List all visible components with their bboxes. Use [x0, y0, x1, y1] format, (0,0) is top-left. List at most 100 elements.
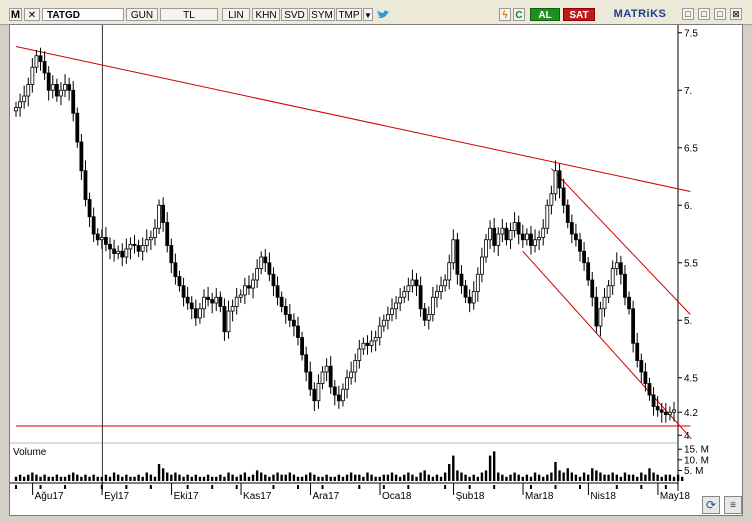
chart-frame[interactable]: 7.5 7. 6.5 6. 5.5 5. 4.5 4.2 4. Volume 15. M 10. M5… — [9, 24, 743, 516]
volume-bar — [88, 476, 91, 481]
volume-bar — [582, 472, 586, 481]
candle-body — [574, 233, 578, 241]
candle-body — [87, 199, 92, 218]
volume-bar — [456, 470, 459, 481]
candle-body — [484, 239, 488, 258]
volume-bar — [55, 474, 59, 481]
candle-body — [475, 273, 480, 292]
candle-body — [533, 239, 537, 246]
day-mark — [554, 485, 557, 489]
volume-bar — [497, 472, 500, 481]
day-mark — [39, 485, 42, 489]
candle-body — [242, 285, 247, 296]
tmp-button[interactable]: TMP — [336, 8, 362, 21]
candle-body — [500, 227, 505, 235]
candle-body — [373, 337, 378, 342]
volume-bar — [468, 476, 471, 481]
candle-body — [153, 227, 157, 238]
volume-bar — [374, 476, 377, 481]
symbol-input[interactable]: TATGD — [42, 8, 124, 21]
candle-body — [104, 237, 108, 245]
volume-bar — [443, 472, 447, 481]
candle-body — [210, 299, 215, 304]
candle-body — [316, 383, 321, 402]
scale-button[interactable]: LIN — [222, 8, 250, 21]
alert-icon[interactable]: ϟ — [499, 8, 511, 21]
candle-body — [606, 285, 611, 298]
candle-body — [38, 55, 43, 62]
twitter-bird-icon[interactable] — [376, 8, 390, 21]
candle-body — [95, 233, 100, 241]
template-dropdown-icon[interactable]: ▼ — [363, 8, 373, 21]
volume-bar — [35, 474, 38, 481]
volume-bar — [656, 474, 659, 481]
candle-body — [198, 308, 202, 319]
price-chart[interactable]: 7.57.6.56.5.55.4.54.24.Volume 15. M10. M5… — [10, 25, 744, 517]
volume-bar — [542, 476, 545, 481]
sym-button[interactable]: SYM — [309, 8, 335, 21]
candle-body — [627, 296, 631, 310]
menu-button[interactable]: M — [9, 8, 22, 21]
candle-body — [238, 294, 243, 298]
volume-bar — [108, 476, 112, 481]
volume-bar — [439, 476, 443, 481]
candle-body — [390, 308, 394, 315]
candle-body — [524, 233, 529, 241]
candle-body — [361, 342, 366, 350]
brand-logo: MATRiKS — [613, 8, 667, 20]
khn-button[interactable]: KHN — [252, 8, 280, 21]
maximize-window-icon[interactable]: □ — [714, 8, 726, 20]
currency-button[interactable]: TL — [160, 8, 218, 21]
candle-body — [263, 256, 268, 264]
volume-bar — [676, 474, 680, 481]
volume-bar — [574, 474, 578, 481]
day-mark — [297, 485, 299, 489]
candle-body — [75, 112, 80, 143]
candle-body — [328, 365, 333, 388]
volume-bar — [288, 472, 292, 481]
restore-window-icon[interactable]: □ — [698, 8, 710, 20]
volume-bar — [452, 455, 455, 481]
minimize-window-icon[interactable]: □ — [682, 8, 694, 20]
refresh-icon[interactable]: C — [513, 8, 525, 21]
sell-button[interactable]: SAT — [563, 8, 595, 21]
refresh-chart-icon[interactable]: ⟳ — [702, 496, 720, 514]
buy-button[interactable]: AL — [530, 8, 560, 21]
volume-bar — [182, 476, 185, 481]
period-button[interactable]: GUN — [126, 8, 158, 21]
candle-body — [537, 237, 542, 241]
candle-body — [120, 250, 125, 258]
candle-body — [202, 296, 206, 310]
candle-body — [169, 245, 174, 264]
volume-bar — [178, 474, 181, 481]
volume-bar — [386, 474, 390, 481]
svd-button[interactable]: SVD — [281, 8, 308, 21]
volume-bar — [116, 474, 120, 481]
candle-body — [287, 314, 292, 321]
candle-body — [14, 107, 18, 112]
volume-bar — [460, 472, 463, 481]
candle-body — [402, 291, 407, 298]
toolbar: M ✕ TATGD GUN TL LIN KHN SVD SYM TMP ▼ ϟ… — [0, 0, 752, 25]
candle-body — [623, 273, 627, 298]
close-symbol-icon[interactable]: ✕ — [24, 8, 40, 21]
candle-body — [173, 262, 178, 277]
candle-body — [508, 230, 513, 241]
candle-body — [480, 256, 484, 275]
month-label: Kas17 — [243, 491, 272, 502]
candle-body — [553, 170, 558, 195]
volume-bar — [349, 472, 353, 481]
volume-bar — [59, 476, 63, 481]
candle-body — [140, 245, 145, 252]
candle-body — [643, 371, 648, 384]
candle-body — [79, 141, 84, 172]
volume-bar — [480, 472, 484, 481]
candle-body — [26, 84, 31, 97]
menu-lines-icon[interactable]: ≡ — [724, 496, 742, 514]
volume-bar — [354, 474, 357, 481]
candle-body — [610, 268, 615, 287]
volume-bar — [260, 472, 263, 481]
close-window-icon[interactable]: ⊠ — [730, 8, 742, 20]
volume-bar — [231, 474, 234, 481]
candle-body — [218, 296, 223, 307]
